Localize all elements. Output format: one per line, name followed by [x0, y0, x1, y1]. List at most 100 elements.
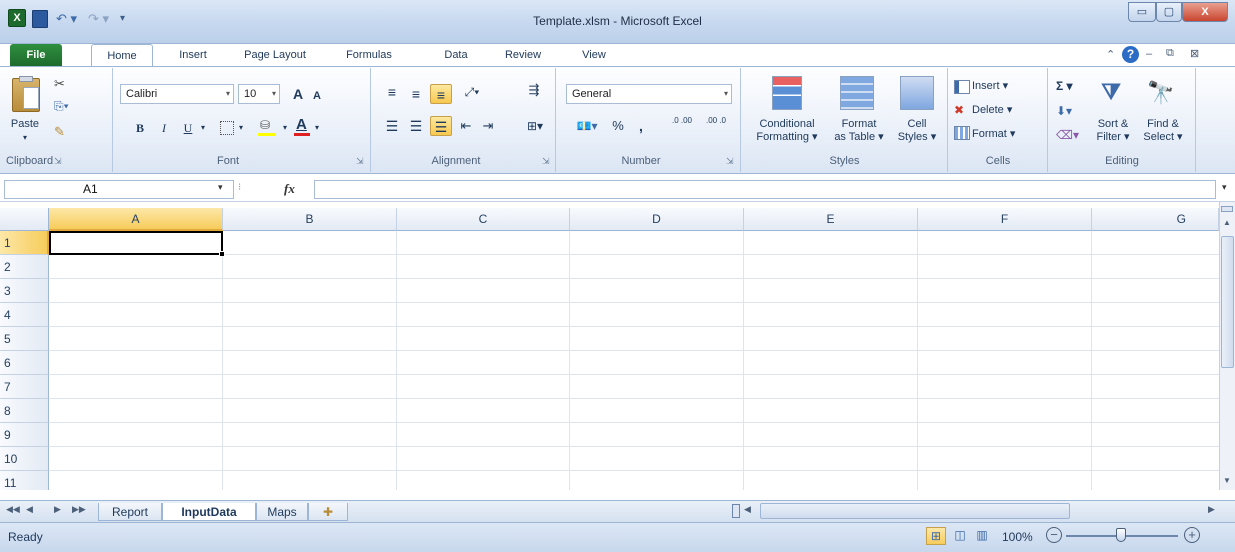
increase-decimal-button[interactable]: .0 .00 — [668, 116, 696, 136]
align-left-icon[interactable]: ☰ — [382, 116, 402, 136]
format-cells-icon[interactable] — [954, 126, 970, 140]
sheet-tab-inputdata[interactable]: InputData — [162, 503, 256, 521]
tab-data[interactable]: Data — [436, 44, 476, 66]
fill-icon[interactable]: ⬇▾ — [1056, 104, 1078, 118]
column-header-a[interactable]: A — [49, 208, 223, 231]
autosum-button[interactable]: Σ ▾ — [1056, 80, 1082, 93]
font-color-dropdown-icon[interactable]: ▾ — [312, 118, 322, 138]
scroll-down-icon[interactable]: ▼ — [1221, 476, 1233, 488]
hscroll-right-icon[interactable]: ▶ — [1208, 504, 1220, 515]
page-layout-view-icon[interactable]: ◫ — [950, 527, 970, 545]
row-header-1[interactable]: 1 — [0, 231, 49, 255]
bold-button[interactable]: B — [130, 118, 150, 138]
copy-icon[interactable]: ⎘▾ — [54, 98, 76, 114]
align-right-icon[interactable]: ☰ — [430, 116, 452, 136]
formula-input[interactable] — [314, 180, 1216, 199]
borders-icon[interactable] — [220, 121, 234, 135]
horizontal-scroll-thumb[interactable] — [760, 503, 1070, 519]
tab-formulas[interactable]: Formulas — [338, 44, 400, 66]
insert-function-button[interactable]: fx — [284, 180, 308, 198]
font-color-icon[interactable]: A — [292, 116, 312, 138]
insert-cells-button[interactable]: Insert ▾ — [972, 80, 1032, 93]
format-as-table-button[interactable]: Format as Table ▾ — [828, 118, 890, 144]
orientation-icon[interactable]: ⤢▾ — [460, 82, 484, 102]
prev-sheet-icon[interactable]: ◀ — [26, 504, 38, 515]
fill-handle[interactable] — [219, 251, 225, 257]
column-header-e[interactable]: E — [744, 208, 918, 231]
active-cell-a1[interactable] — [49, 231, 223, 255]
hscroll-left-icon[interactable]: ◀ — [744, 504, 756, 515]
shrink-font-button[interactable]: A — [308, 86, 326, 106]
delete-cells-button[interactable]: Delete ▾ — [972, 104, 1032, 117]
align-center-icon[interactable]: ☰ — [406, 116, 426, 136]
name-box-dropdown-icon[interactable]: ▾ — [218, 182, 230, 196]
column-header-c[interactable]: C — [397, 208, 570, 231]
align-bottom-icon[interactable]: ≡ — [430, 84, 452, 104]
normal-view-icon[interactable]: ⊞ — [926, 527, 946, 545]
tab-insert[interactable]: Insert — [168, 44, 218, 66]
tab-page-layout[interactable]: Page Layout — [232, 44, 318, 66]
next-sheet-icon[interactable]: ▶ — [54, 504, 66, 515]
row-header-7[interactable]: 7 — [0, 375, 49, 399]
percent-style-button[interactable]: % — [610, 116, 626, 136]
select-all-corner[interactable] — [0, 208, 49, 231]
zoom-slider-thumb[interactable] — [1116, 528, 1126, 542]
underline-dropdown-icon[interactable]: ▾ — [198, 118, 208, 138]
insert-cells-icon[interactable] — [954, 80, 970, 94]
row-header-6[interactable]: 6 — [0, 351, 49, 375]
clipboard-launcher-icon[interactable]: ⇲ — [54, 156, 62, 167]
workbook-close-icon[interactable]: ⊠ — [1190, 47, 1204, 61]
zoom-level[interactable]: 100% — [1002, 530, 1033, 544]
zoom-in-icon[interactable]: + — [1184, 527, 1200, 543]
wrap-text-icon[interactable]: ⇶ — [524, 80, 544, 100]
borders-dropdown-icon[interactable]: ▾ — [236, 118, 246, 138]
format-as-table-icon[interactable] — [840, 76, 874, 110]
clear-icon[interactable]: ⌫▾ — [1056, 128, 1079, 142]
format-painter-icon[interactable]: ✎ — [54, 124, 70, 140]
font-name-combo[interactable]: Calibri ▾ — [120, 84, 234, 104]
row-header-2[interactable]: 2 — [0, 255, 49, 279]
row-header-5[interactable]: 5 — [0, 327, 49, 351]
column-header-f[interactable]: F — [918, 208, 1092, 231]
page-break-view-icon[interactable]: ▥ — [972, 527, 992, 545]
minimize-ribbon-icon[interactable]: ⌃ — [1106, 48, 1120, 62]
cell-styles-button[interactable]: Cell Styles ▾ — [892, 118, 942, 144]
decrease-decimal-button[interactable]: .00 .0 — [702, 116, 730, 136]
font-launcher-icon[interactable]: ⇲ — [356, 156, 364, 167]
number-launcher-icon[interactable]: ⇲ — [726, 156, 734, 167]
merge-center-icon[interactable]: ⊞▾ — [520, 116, 550, 136]
scroll-thumb[interactable] — [1221, 236, 1234, 368]
underline-button[interactable]: U — [178, 118, 198, 138]
fill-color-dropdown-icon[interactable]: ▾ — [280, 118, 290, 138]
workbook-minimize-icon[interactable]: – — [1146, 48, 1158, 60]
scroll-up-icon[interactable]: ▲ — [1221, 218, 1233, 230]
column-header-d[interactable]: D — [570, 208, 744, 231]
align-top-icon[interactable]: ≡ — [382, 82, 402, 102]
increase-indent-icon[interactable]: ⇥ — [478, 116, 498, 136]
delete-cells-icon[interactable]: ✖ — [954, 103, 970, 117]
column-header-b[interactable]: B — [223, 208, 397, 231]
italic-button[interactable]: I — [154, 118, 174, 138]
grow-font-button[interactable]: A — [288, 84, 308, 104]
row-header-9[interactable]: 9 — [0, 423, 49, 447]
split-box-icon[interactable] — [1221, 206, 1233, 212]
tab-split-handle[interactable] — [732, 504, 740, 518]
decrease-indent-icon[interactable]: ⇤ — [456, 116, 476, 136]
align-middle-icon[interactable]: ≡ — [406, 84, 426, 104]
column-header-g[interactable]: G — [1092, 208, 1219, 231]
paste-icon[interactable] — [12, 76, 40, 112]
row-header-4[interactable]: 4 — [0, 303, 49, 327]
maximize-button[interactable]: ▢ — [1156, 2, 1182, 22]
conditional-formatting-button[interactable]: Conditional Formatting ▾ — [746, 118, 828, 144]
row-header-11[interactable]: 11 — [0, 471, 49, 490]
close-button[interactable]: X — [1182, 2, 1228, 22]
tab-view[interactable]: View — [572, 44, 616, 66]
row-header-3[interactable]: 3 — [0, 279, 49, 303]
accounting-format-icon[interactable]: 💶▾ — [572, 116, 602, 136]
tab-review[interactable]: Review — [496, 44, 550, 66]
paste-dropdown-icon[interactable]: ▾ — [4, 131, 46, 144]
find-select-icon[interactable]: 🔭 — [1146, 78, 1176, 108]
zoom-out-icon[interactable]: − — [1046, 527, 1062, 543]
cell-styles-icon[interactable] — [900, 76, 934, 110]
help-icon[interactable]: ? — [1122, 46, 1139, 63]
